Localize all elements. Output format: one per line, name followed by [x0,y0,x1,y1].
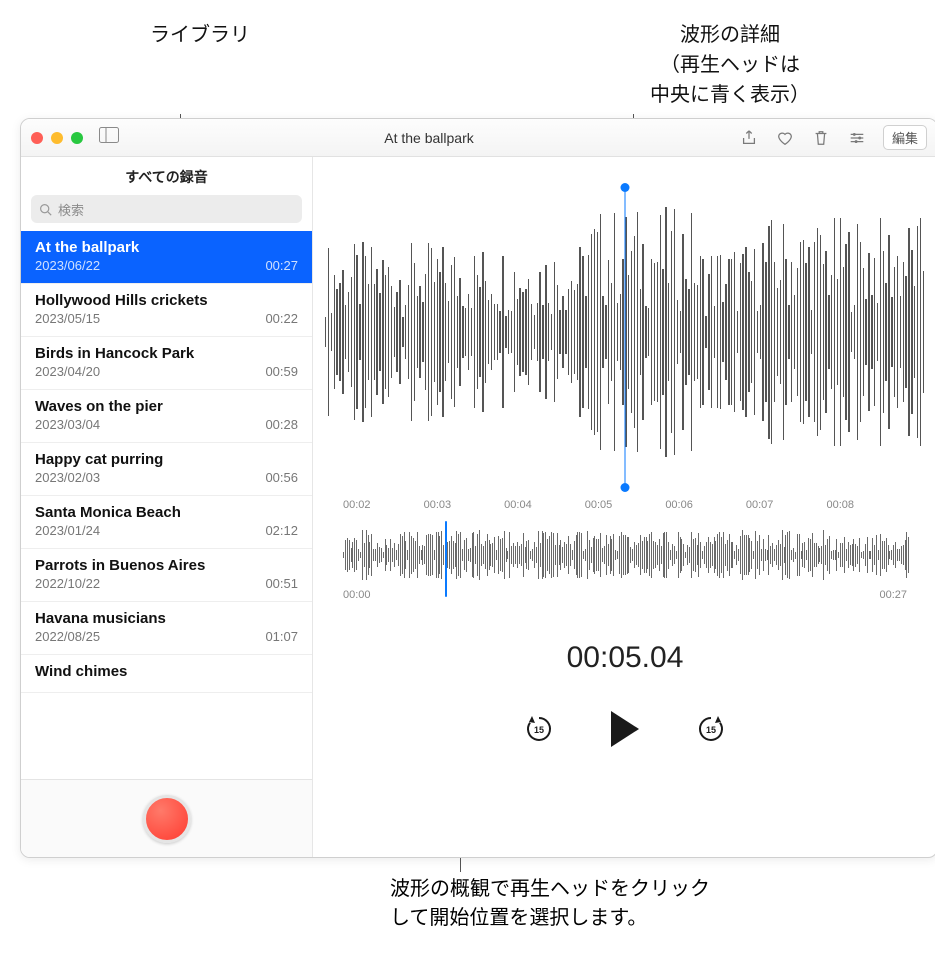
current-time-display: 00:05.04 [313,641,935,675]
recording-name: Waves on the pier [35,398,298,415]
recording-item[interactable]: Wind chimes [21,655,312,693]
search-input[interactable]: 検索 [31,195,302,223]
app-window: At the ballpark 編集 すべての録音 [20,118,935,858]
recording-item[interactable]: Hollywood Hills crickets 2023/05/15 00:22 [21,284,312,337]
recording-duration: 00:59 [265,364,298,379]
waveform-overview[interactable] [343,527,907,583]
window-title: At the ballpark [119,130,739,146]
waveform-detail[interactable]: 00:0200:0300:0400:0500:0600:0700:08 [313,157,935,517]
sidebar-title: すべての録音 [21,157,312,195]
playhead-handle-top[interactable] [621,183,630,192]
titlebar: At the ballpark 編集 [21,119,935,157]
settings-button[interactable] [847,128,867,148]
recording-duration: 00:51 [265,576,298,591]
callout-text: 波形の概観で再生ヘッドをクリック [390,872,915,901]
play-button[interactable] [611,711,639,747]
record-area [21,779,312,857]
recording-item[interactable]: Waves on the pier 2023/03/04 00:28 [21,390,312,443]
overview-playhead[interactable] [445,521,448,597]
recording-duration: 01:07 [265,629,298,644]
heart-icon [776,129,794,147]
recording-item[interactable]: Parrots in Buenos Aires 2022/10/22 00:51 [21,549,312,602]
recording-date: 2023/03/04 [35,417,100,432]
svg-text:15: 15 [534,725,544,735]
callout-library: ライブラリ [150,20,370,110]
main-panel: 00:0200:0300:0400:0500:0600:0700:08 00:0… [313,157,935,857]
recording-list[interactable]: At the ballpark 2023/06/22 00:27 Hollywood … [21,231,312,779]
recording-item[interactable]: Happy cat purring 2023/02/03 00:56 [21,443,312,496]
recording-name: Birds in Hancock Park [35,345,298,362]
recording-item[interactable]: Santa Monica Beach 2023/01/24 02:12 [21,496,312,549]
recording-date: 2022/08/25 [35,629,100,644]
search-placeholder: 検索 [58,200,84,219]
zoom-button[interactable] [71,132,83,144]
callout-text: 中央に青く表示） [600,80,860,110]
time-ruler: 00:0200:0300:0400:0500:0600:0700:08 [313,499,935,523]
overview-bars [343,527,907,583]
skip-back-icon: 15 [523,713,555,745]
close-button[interactable] [31,132,43,144]
skip-back-button[interactable]: 15 [523,713,555,745]
recording-duration: 02:12 [265,523,298,538]
recording-duration: 00:22 [265,311,298,326]
recording-date: 2023/01/24 [35,523,100,538]
recording-duration: 00:28 [265,417,298,432]
overview-end-time: 00:27 [879,589,907,601]
recording-date: 2023/06/22 [35,258,100,273]
recording-item[interactable]: At the ballpark 2023/06/22 00:27 [21,231,312,284]
overview-start-time: 00:00 [343,589,371,601]
recording-name: Santa Monica Beach [35,504,298,521]
callout-row-top: ライブラリ 波形の詳細 （再生ヘッドは 中央に青く表示） [20,20,915,110]
time-tick: 00:07 [746,499,827,523]
skip-forward-icon: 15 [695,713,727,745]
time-tick: 00:04 [504,499,585,523]
playhead-handle-bottom[interactable] [621,483,630,492]
playhead-line [625,187,626,487]
recording-date: 2023/04/20 [35,364,100,379]
sliders-icon [848,129,866,147]
recording-name: Havana musicians [35,610,298,627]
recording-name: At the ballpark [35,239,298,256]
recording-name: Parrots in Buenos Aires [35,557,298,574]
recording-item[interactable]: Havana musicians 2022/08/25 01:07 [21,602,312,655]
callout-waveform-detail: 波形の詳細 （再生ヘッドは 中央に青く表示） [600,20,860,110]
callout-overview: 波形の概観で再生ヘッドをクリック して開始位置を選択します。 [390,872,915,930]
callout-text: 波形の詳細 [600,20,860,50]
time-tick: 00:05 [585,499,666,523]
playback-controls: 15 15 [313,711,935,747]
sidebar-icon [99,127,119,143]
callout-text: （再生ヘッドは [600,50,860,80]
recording-duration: 00:27 [265,258,298,273]
time-tick: 00:02 [343,499,424,523]
svg-text:15: 15 [706,725,716,735]
skip-forward-button[interactable]: 15 [695,713,727,745]
recording-name: Wind chimes [35,663,298,680]
record-button[interactable] [143,795,191,843]
time-tick: 00:06 [665,499,746,523]
sidebar: すべての録音 検索 At the ballpark 2023/06/22 00:27… [21,157,313,857]
minimize-button[interactable] [51,132,63,144]
recording-name: Hollywood Hills crickets [35,292,298,309]
recording-date: 2023/02/03 [35,470,100,485]
time-tick: 00:08 [826,499,907,523]
favorite-button[interactable] [775,128,795,148]
share-button[interactable] [739,128,759,148]
time-tick: 00:03 [424,499,505,523]
window-controls [31,132,83,144]
delete-button[interactable] [811,128,831,148]
recording-item[interactable]: Birds in Hancock Park 2023/04/20 00:59 [21,337,312,390]
search-icon [39,203,52,216]
trash-icon [812,129,830,147]
recording-date: 2022/10/22 [35,576,100,591]
recording-duration: 00:56 [265,470,298,485]
share-icon [740,129,758,147]
sidebar-toggle-button[interactable] [99,127,119,148]
recording-date: 2023/05/15 [35,311,100,326]
callout-text: して開始位置を選択します。 [390,901,915,930]
edit-button[interactable]: 編集 [883,125,927,150]
recording-name: Happy cat purring [35,451,298,468]
